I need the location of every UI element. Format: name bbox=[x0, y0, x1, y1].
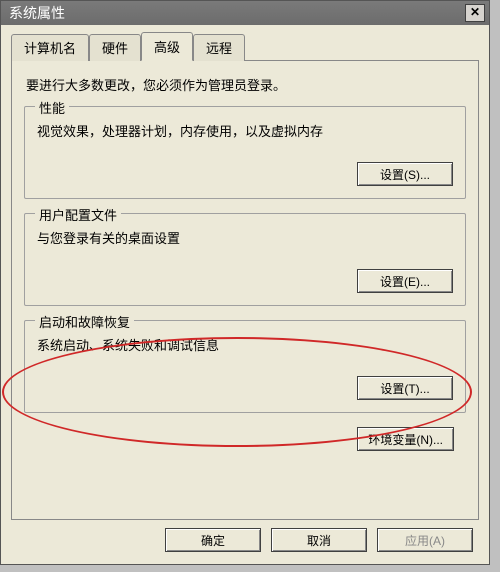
group-user-profiles: 用户配置文件 与您登录有关的桌面设置 设置(E)... bbox=[24, 213, 466, 306]
window-body: 计算机名 硬件 高级 远程 要进行大多数更改，您必须作为管理员登录。 性能 视觉… bbox=[1, 25, 489, 530]
tab-strip: 计算机名 硬件 高级 远程 bbox=[11, 31, 479, 60]
advanced-panel: 要进行大多数更改，您必须作为管理员登录。 性能 视觉效果，处理器计划，内存使用，… bbox=[11, 60, 479, 520]
admin-intro-text: 要进行大多数更改，您必须作为管理员登录。 bbox=[26, 75, 466, 94]
group-performance: 性能 视觉效果，处理器计划，内存使用，以及虚拟内存 设置(S)... bbox=[24, 106, 466, 199]
dialog-footer: 确定 取消 应用(A) bbox=[165, 528, 473, 552]
apply-button[interactable]: 应用(A) bbox=[377, 528, 473, 552]
group-performance-desc: 视觉效果，处理器计划，内存使用，以及虚拟内存 bbox=[37, 121, 453, 140]
performance-settings-button[interactable]: 设置(S)... bbox=[357, 162, 453, 186]
titlebar: 系统属性 ✕ bbox=[1, 1, 489, 25]
startup-recovery-settings-button[interactable]: 设置(T)... bbox=[357, 376, 453, 400]
group-user-profiles-desc: 与您登录有关的桌面设置 bbox=[37, 228, 453, 247]
group-startup-recovery-legend: 启动和故障恢复 bbox=[35, 312, 134, 331]
tab-advanced[interactable]: 高级 bbox=[141, 32, 193, 61]
close-icon[interactable]: ✕ bbox=[465, 4, 485, 22]
group-startup-recovery-desc: 系统启动、系统失败和调试信息 bbox=[37, 335, 453, 354]
ok-button[interactable]: 确定 bbox=[165, 528, 261, 552]
tab-remote[interactable]: 远程 bbox=[193, 34, 245, 61]
group-startup-recovery: 启动和故障恢复 系统启动、系统失败和调试信息 设置(T)... bbox=[24, 320, 466, 413]
tab-computer-name[interactable]: 计算机名 bbox=[11, 34, 89, 61]
environment-variables-button[interactable]: 环境变量(N)... bbox=[357, 427, 454, 451]
group-user-profiles-legend: 用户配置文件 bbox=[35, 205, 121, 224]
system-properties-window: 系统属性 ✕ 计算机名 硬件 高级 远程 要进行大多数更改，您必须作为管理员登录… bbox=[0, 0, 490, 565]
cancel-button[interactable]: 取消 bbox=[271, 528, 367, 552]
user-profiles-settings-button[interactable]: 设置(E)... bbox=[357, 269, 453, 293]
tab-hardware[interactable]: 硬件 bbox=[89, 34, 141, 61]
group-performance-legend: 性能 bbox=[35, 98, 69, 117]
window-title: 系统属性 bbox=[9, 3, 65, 23]
